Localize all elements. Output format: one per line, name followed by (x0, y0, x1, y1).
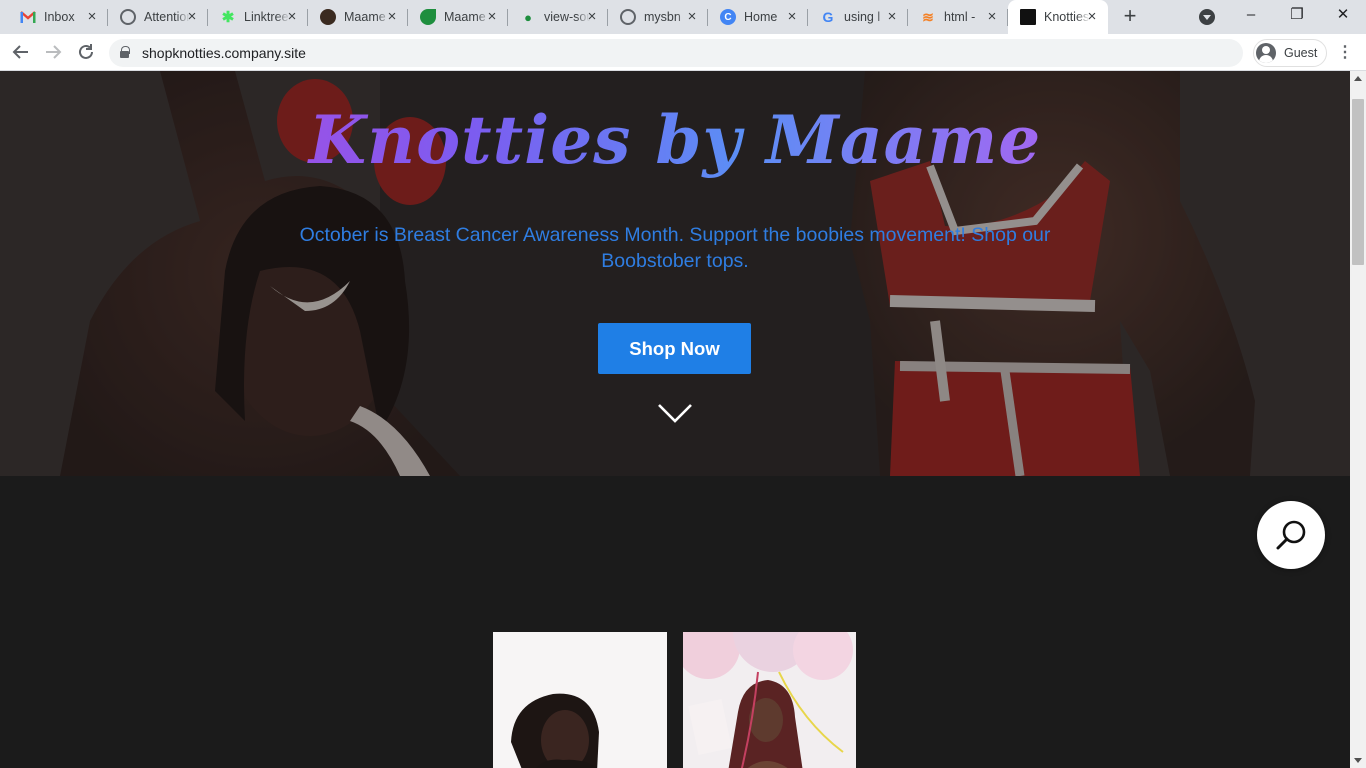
scroll-down-icon[interactable] (1354, 758, 1362, 763)
gmail-icon (20, 9, 36, 25)
reload-icon (79, 44, 93, 59)
product-card[interactable] (683, 632, 856, 768)
stackoverflow-icon: ≋ (922, 8, 934, 25)
tab-strip: Inbox × Attention × ✱ Linktree × Maame ×… (0, 0, 1366, 34)
forward-button[interactable] (41, 40, 65, 64)
tab-title: Inbox (44, 10, 75, 24)
restore-button[interactable]: ❐ (1285, 4, 1309, 26)
close-icon[interactable]: × (485, 9, 499, 24)
page-scrollbar[interactable] (1350, 71, 1366, 768)
tab-google[interactable]: G using l × (808, 0, 908, 34)
close-window-button[interactable]: ✕ (1331, 4, 1355, 26)
search-button[interactable] (1257, 501, 1325, 569)
menu-icon[interactable]: ⋮ (1337, 43, 1353, 63)
minimize-button[interactable]: – (1239, 4, 1263, 26)
hero-banner: Knotties by Maame October is Breast Canc… (0, 71, 1350, 476)
close-icon[interactable]: × (385, 9, 399, 24)
tab-title: mysbn (644, 10, 681, 24)
lock-icon (120, 46, 130, 58)
tab-mysbn[interactable]: mysbn × (608, 0, 708, 34)
close-icon[interactable]: × (685, 9, 699, 24)
close-icon[interactable]: × (785, 9, 799, 24)
tab-title: html - (944, 10, 976, 24)
close-icon[interactable]: × (85, 9, 99, 24)
tab-stackoverflow[interactable]: ≋ html - × (908, 0, 1008, 34)
guest-avatar-icon (1256, 43, 1276, 63)
close-icon[interactable]: × (885, 9, 899, 24)
linktree-icon: ✱ (221, 9, 235, 26)
tab-home[interactable]: C Home × (708, 0, 808, 34)
product-card[interactable] (493, 632, 667, 768)
product-photo (683, 632, 856, 768)
back-button[interactable] (9, 40, 33, 64)
globe-icon (120, 9, 136, 25)
browser-toolbar: shopknotties.company.site Guest ⋮ (0, 34, 1366, 71)
close-icon[interactable]: × (1085, 9, 1099, 24)
product-section (0, 476, 1350, 768)
leaf-icon (420, 9, 436, 25)
tab-title: using l (844, 10, 881, 24)
site-icon (1020, 9, 1036, 25)
person-icon: ● (524, 9, 532, 25)
tab-title: Maame (444, 10, 486, 24)
chevron-down-icon[interactable] (657, 402, 693, 424)
globe-icon (620, 9, 636, 25)
tab-title: Maame (344, 10, 386, 24)
tab-title: Knotties (1044, 10, 1090, 24)
tab-knotties[interactable]: Knotties × (1008, 0, 1108, 34)
page-viewport: Knotties by Maame October is Breast Canc… (0, 71, 1350, 768)
tab-search-icon[interactable] (1199, 9, 1215, 25)
scrollbar-thumb[interactable] (1352, 99, 1364, 265)
url-text: shopknotties.company.site (142, 45, 306, 61)
tab-view-source[interactable]: ● view-source × (508, 0, 608, 34)
profile-button[interactable]: Guest (1253, 39, 1327, 67)
tab-attention[interactable]: Attention × (108, 0, 208, 34)
close-icon[interactable]: × (585, 9, 599, 24)
close-icon[interactable]: × (985, 9, 999, 24)
arrow-right-icon (46, 45, 62, 59)
address-bar[interactable]: shopknotties.company.site (109, 39, 1243, 67)
tab-maame-2[interactable]: Maame × (408, 0, 508, 34)
profile-name: Guest (1284, 46, 1318, 60)
search-icon (1276, 520, 1306, 550)
avatar-icon (320, 9, 336, 25)
new-tab-button[interactable]: + (1119, 5, 1141, 28)
shop-now-button[interactable]: Shop Now (598, 323, 751, 374)
brand-title: Knotties by Maame (0, 101, 1350, 179)
tab-title: Linktree (244, 10, 289, 24)
scroll-up-icon[interactable] (1354, 76, 1362, 81)
tab-inbox[interactable]: Inbox × (8, 0, 108, 34)
google-icon: G (822, 9, 834, 25)
tab-title: view-source (544, 10, 590, 24)
tab-title: Attention (144, 10, 190, 24)
tab-maame-1[interactable]: Maame × (308, 0, 408, 34)
tab-linktree[interactable]: ✱ Linktree × (208, 0, 308, 34)
tab-title: Home (744, 10, 778, 24)
product-photo (493, 632, 667, 768)
close-icon[interactable]: × (185, 9, 199, 24)
c-logo-icon: C (720, 9, 736, 25)
hero-tagline: October is Breast Cancer Awareness Month… (299, 224, 1051, 272)
reload-button[interactable] (74, 40, 98, 64)
close-icon[interactable]: × (285, 9, 299, 24)
arrow-left-icon (12, 45, 28, 59)
